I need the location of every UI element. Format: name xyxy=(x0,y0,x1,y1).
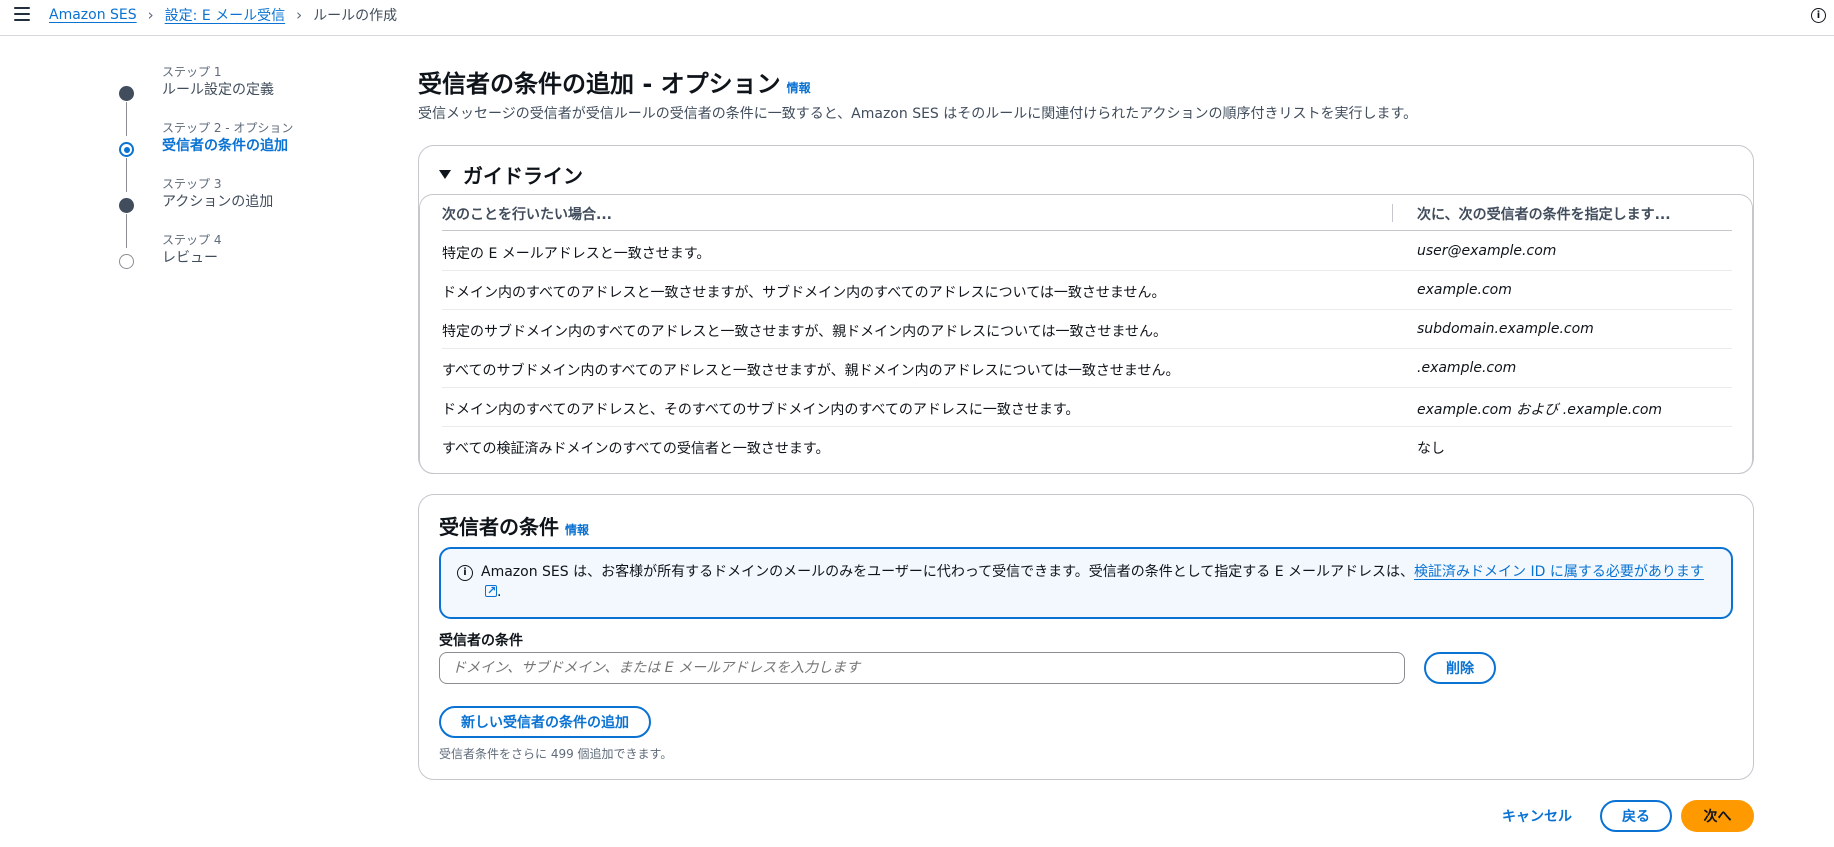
breadcrumb-email-receiving[interactable]: 設定: E メール受信 xyxy=(165,5,285,25)
info-icon[interactable]: i xyxy=(1811,8,1826,23)
alert-text: Amazon SES は、お客様が所有するドメインのメールのみをユーザーに代わっ… xyxy=(481,564,1415,580)
remaining-conditions-hint: 受信者条件をさらに 499 個追加できます。 xyxy=(439,747,673,761)
step-2-number: ステップ 2 - オプション xyxy=(162,121,294,135)
row-goal: すべての検証済みドメインのすべての受信者と一致させます。 xyxy=(442,441,830,457)
info-icon: i xyxy=(457,565,473,581)
column-header-goal: 次のことを行いたい場合... xyxy=(442,207,612,223)
step-4-label: レビュー xyxy=(162,250,218,266)
guidelines-title: ガイドライン xyxy=(463,164,583,188)
chevron-right-icon: › xyxy=(147,6,154,24)
alert-end: . xyxy=(497,584,502,600)
table-row: すべてのサブドメイン内のすべてのアドレスと一致させますが、親ドメイン内のアドレス… xyxy=(442,349,1732,388)
guidelines-table: 次のことを行いたい場合... 次に、次の受信者の条件を指定します... 特定の … xyxy=(419,194,1753,474)
step-3[interactable]: ステップ 3 アクションの追加 xyxy=(119,176,393,248)
step-2-label: 受信者の条件の追加 xyxy=(162,138,288,154)
step-1-label: ルール設定の定義 xyxy=(162,82,274,98)
main-content: 受信者の条件の追加 - オプション 情報 受信メッセージの受信者が受信ルールの受… xyxy=(418,64,1754,780)
cancel-button[interactable]: キャンセル xyxy=(1492,800,1582,832)
step-2[interactable]: ステップ 2 - オプション 受信者の条件の追加 xyxy=(119,120,393,192)
row-condition: subdomain.example.com xyxy=(1417,321,1594,337)
recipient-conditions-panel: 受信者の条件 情報 i Amazon SES は、お客様が所有するドメインのメー… xyxy=(418,494,1754,780)
row-goal: 特定のサブドメイン内のすべてのアドレスと一致させますが、親ドメイン内のアドレスに… xyxy=(442,324,1168,340)
row-condition: user@example.com xyxy=(1417,243,1557,259)
row-condition: example.com および .example.com xyxy=(1417,402,1663,418)
table-row: 特定のサブドメイン内のすべてのアドレスと一致させますが、親ドメイン内のアドレスに… xyxy=(442,310,1732,349)
column-divider xyxy=(1392,204,1393,222)
step-connector xyxy=(126,214,127,248)
table-header: 次のことを行いたい場合... 次に、次の受信者の条件を指定します... xyxy=(442,195,1732,231)
page-description: 受信メッセージの受信者が受信ルールの受信者の条件に一致すると、Amazon SE… xyxy=(418,106,1418,122)
step-pending-icon xyxy=(119,254,134,269)
page-header: 受信者の条件の追加 - オプション 情報 xyxy=(418,64,1754,99)
chevron-right-icon: › xyxy=(296,6,303,24)
column-header-condition: 次に、次の受信者の条件を指定します... xyxy=(1417,207,1671,223)
breadcrumb: Amazon SES › 設定: E メール受信 › ルールの作成 xyxy=(49,5,397,25)
guidelines-panel: ガイドライン 次のことを行いたい場合... 次に、次の受信者の条件を指定します.… xyxy=(418,145,1754,474)
menu-icon[interactable] xyxy=(14,7,30,21)
page-info-link[interactable]: 情報 xyxy=(787,79,811,96)
step-complete-icon xyxy=(119,198,134,213)
recipient-condition-input[interactable] xyxy=(439,652,1405,684)
guidelines-toggle[interactable]: ガイドライン xyxy=(439,160,583,189)
panel-header: 受信者の条件 情報 xyxy=(439,511,589,540)
table-row: ドメイン内のすべてのアドレスと、そのすべてのサブドメイン内のすべてのアドレスに一… xyxy=(442,388,1732,427)
step-4-number: ステップ 4 xyxy=(162,233,222,247)
step-connector xyxy=(126,102,127,136)
step-3-number: ステップ 3 xyxy=(162,177,222,191)
back-button[interactable]: 戻る xyxy=(1600,800,1672,832)
top-navigation-bar: Amazon SES › 設定: E メール受信 › ルールの作成 i xyxy=(0,0,1834,36)
step-current-icon xyxy=(119,142,134,157)
next-button[interactable]: 次へ xyxy=(1681,800,1754,832)
add-recipient-condition-button[interactable]: 新しい受信者の条件の追加 xyxy=(439,706,651,738)
step-1[interactable]: ステップ 1 ルール設定の定義 xyxy=(119,64,393,136)
verified-domain-link-text: 検証済みドメイン ID に属する必要があります xyxy=(1414,564,1704,580)
table-row: 特定の E メールアドレスと一致させます。 user@example.com xyxy=(442,232,1732,271)
row-condition: .example.com xyxy=(1417,360,1517,376)
row-goal: ドメイン内のすべてのアドレスと一致させますが、サブドメイン内のすべてのアドレスに… xyxy=(442,285,1166,301)
table-row: すべての検証済みドメインのすべての受信者と一致させます。 なし xyxy=(442,427,1732,466)
delete-button[interactable]: 削除 xyxy=(1424,652,1496,684)
caret-down-icon xyxy=(439,170,451,179)
step-connector xyxy=(126,158,127,192)
row-goal: すべてのサブドメイン内のすべてのアドレスと一致させますが、親ドメイン内のアドレス… xyxy=(442,363,1180,379)
step-4[interactable]: ステップ 4 レビュー xyxy=(119,232,393,288)
step-complete-icon xyxy=(119,86,134,101)
step-3-label: アクションの追加 xyxy=(162,194,274,210)
breadcrumb-current: ルールの作成 xyxy=(313,8,398,24)
row-goal: ドメイン内のすべてのアドレスと、そのすべてのサブドメイン内のすべてのアドレスに一… xyxy=(442,402,1080,418)
page-title: 受信者の条件の追加 - オプション xyxy=(418,70,781,98)
step-1-number: ステップ 1 xyxy=(162,65,222,79)
external-link-icon xyxy=(485,581,497,601)
info-alert: i Amazon SES は、お客様が所有するドメインのメールのみをユーザーに代… xyxy=(439,547,1733,619)
recipient-condition-label: 受信者の条件 xyxy=(439,633,523,649)
panel-title: 受信者の条件 xyxy=(439,515,559,539)
panel-info-link[interactable]: 情報 xyxy=(565,521,589,538)
row-goal: 特定の E メールアドレスと一致させます。 xyxy=(442,246,711,262)
row-condition: なし xyxy=(1417,441,1445,457)
wizard-steps: ステップ 1 ルール設定の定義 ステップ 2 - オプション 受信者の条件の追加… xyxy=(119,64,393,288)
row-condition: example.com xyxy=(1417,282,1512,298)
table-row: ドメイン内のすべてのアドレスと一致させますが、サブドメイン内のすべてのアドレスに… xyxy=(442,271,1732,310)
breadcrumb-amazon-ses[interactable]: Amazon SES xyxy=(49,7,137,23)
alert-message: Amazon SES は、お客様が所有するドメインのメールのみをユーザーに代わっ… xyxy=(481,562,1711,602)
